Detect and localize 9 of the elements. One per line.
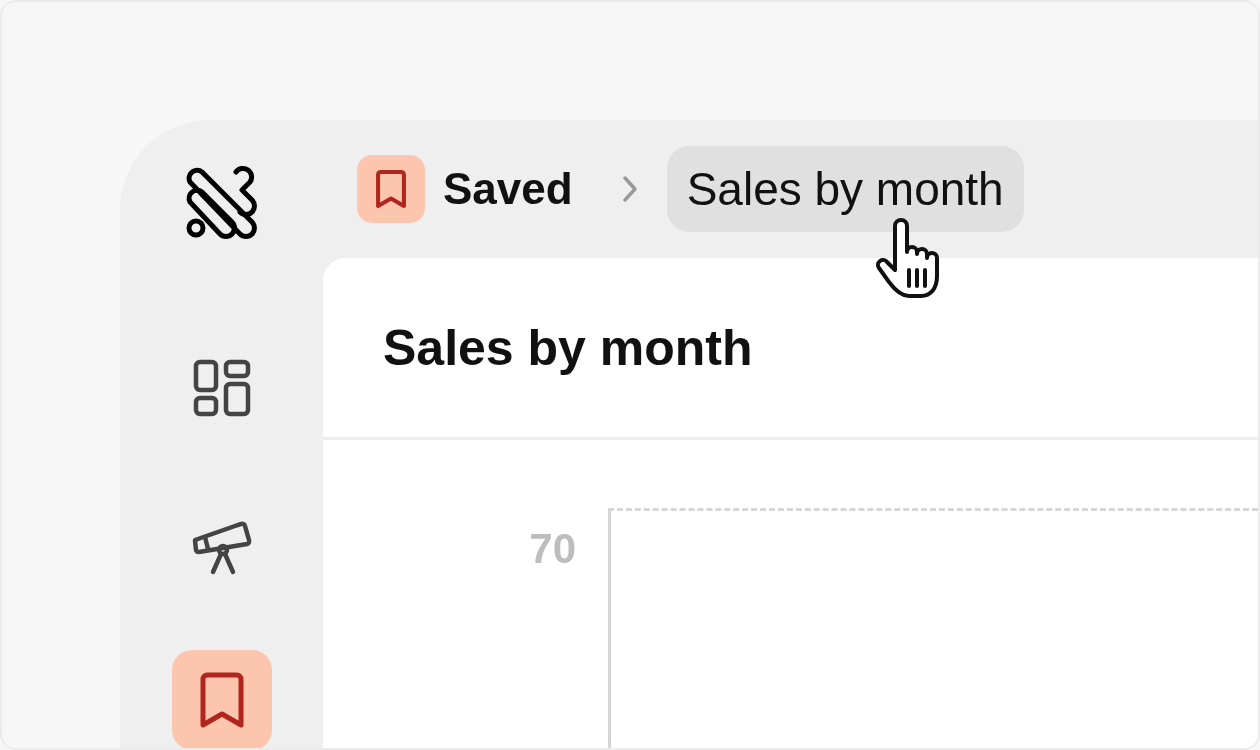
- bookmark-icon: [357, 155, 425, 223]
- axis-tick-label: 70: [529, 528, 576, 570]
- chevron-right-icon: [622, 176, 637, 202]
- sidebar-item[interactable]: [171, 650, 272, 748]
- breadcrumb-link[interactable]: Sales by month: [666, 145, 1024, 233]
- card-title: Sales by month: [383, 318, 753, 378]
- telescope-icon: [190, 520, 253, 576]
- dashboard-icon: [191, 358, 252, 418]
- breadcrumb-link[interactable]: Saved: [443, 156, 573, 222]
